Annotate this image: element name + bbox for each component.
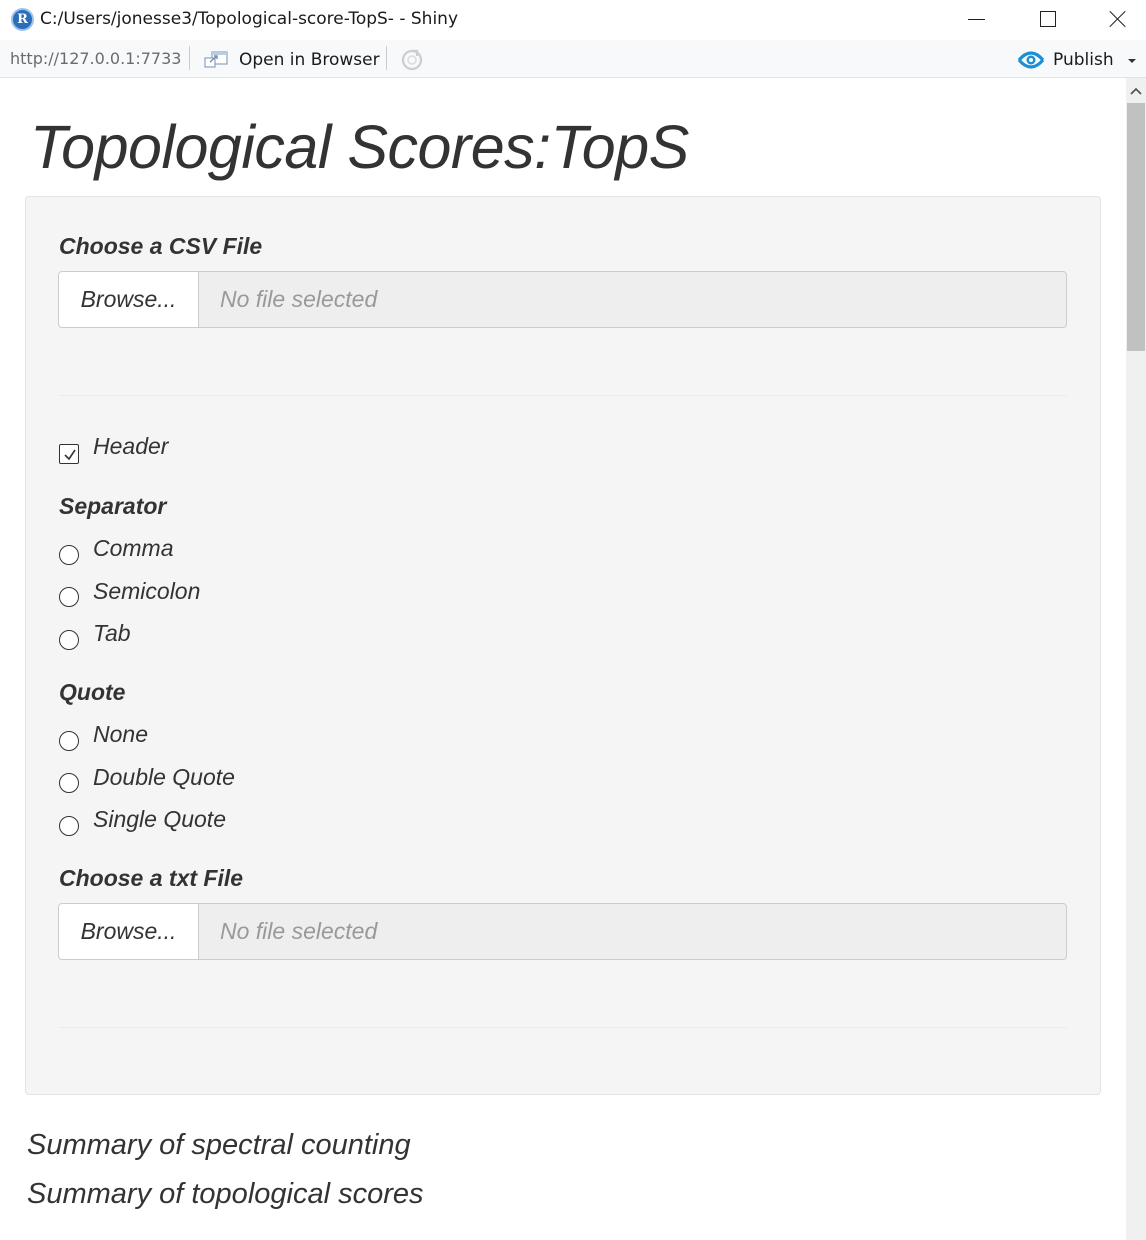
maximize-button[interactable] [1024,0,1070,40]
radio-quote-single[interactable] [59,816,79,836]
radio-separator-semicolon[interactable] [59,587,79,607]
radio-separator-tab-label[interactable]: Tab [93,620,131,647]
toolbar-separator [189,46,190,70]
radio-separator-tab[interactable] [59,630,79,650]
publish-label: Publish [1053,50,1114,70]
header-checkbox[interactable] [59,444,79,464]
divider [58,1027,1067,1028]
csv-file-input[interactable]: Browse... No file selected [58,271,1067,328]
radio-quote-none[interactable] [59,731,79,751]
csv-file-name-field[interactable]: No file selected [198,271,1067,328]
scroll-up-arrow-icon[interactable] [1126,80,1146,102]
csv-browse-button[interactable]: Browse... [58,271,199,328]
radio-quote-double[interactable] [59,773,79,793]
quote-label: Quote [59,679,126,705]
close-button[interactable] [1094,0,1140,40]
separator-label: Separator [59,493,167,519]
radio-separator-comma[interactable] [59,545,79,565]
window-title-bar: R C:/Users/jonesse3/Topological-score-To… [0,0,1146,40]
summary-topological-heading: Summary of topological scores [27,1178,424,1210]
txt-file-input[interactable]: Browse... No file selected [58,903,1067,960]
url-display[interactable]: http://127.0.0.1:7733 [10,49,181,68]
summary-spectral-heading: Summary of spectral counting [27,1129,411,1161]
header-checkbox-label[interactable]: Header [93,433,168,460]
radio-quote-double-label[interactable]: Double Quote [93,764,235,791]
radio-quote-none-label[interactable]: None [93,721,148,748]
radio-quote-single-label[interactable]: Single Quote [93,806,226,833]
sidebar-panel [25,196,1101,1095]
refresh-icon[interactable] [399,47,425,73]
scrollbar-thumb[interactable] [1127,103,1145,351]
radio-separator-comma-label[interactable]: Comma [93,535,174,562]
radio-separator-semicolon-label[interactable]: Semicolon [93,578,200,605]
publish-icon [1017,51,1045,69]
r-app-icon: R [11,8,34,31]
txt-file-name-field[interactable]: No file selected [198,903,1067,960]
viewer-toolbar: http://127.0.0.1:7733 Open in Browser [0,40,1146,78]
window-title: C:/Users/jonesse3/Topological-score-TopS… [40,9,459,29]
minimize-button[interactable] [954,0,1000,40]
checkmark-icon [64,449,76,461]
txt-file-label: Choose a txt File [59,865,244,891]
chevron-down-icon[interactable] [1125,52,1139,68]
page-title: Topological Scores:TopS [30,113,689,181]
csv-file-label: Choose a CSV File [59,233,263,259]
txt-browse-button[interactable]: Browse... [58,903,199,960]
toolbar-separator [386,46,387,70]
open-in-browser-icon [204,51,228,68]
open-in-browser-label: Open in Browser [239,50,380,70]
divider [58,395,1067,396]
